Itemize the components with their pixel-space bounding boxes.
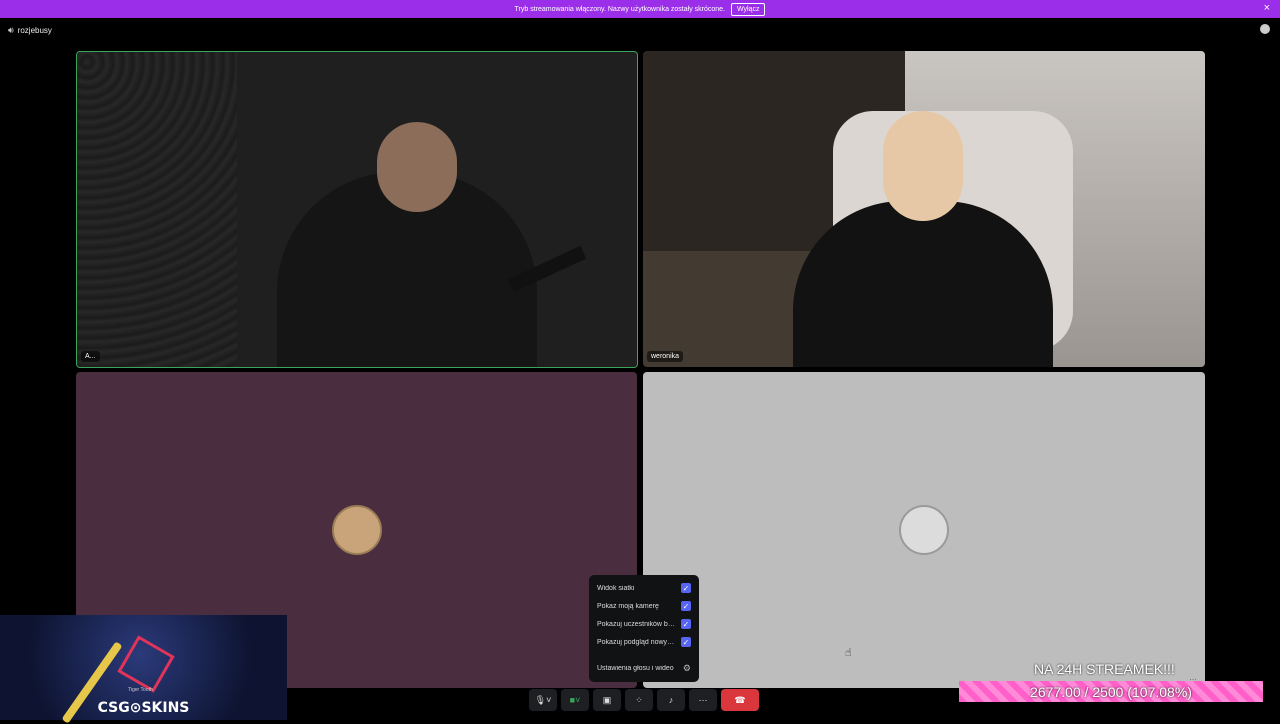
menu-item-stream-preview[interactable]: Pokazuj podgląd nowych transmisji ✓ [589, 633, 699, 651]
audio-tile-2[interactable]: ☝︎ … [643, 372, 1205, 688]
menu-item-label: Ustawienia głosu i wideo [597, 664, 674, 672]
goal-title: NA 24H STREAMEK!!! [1034, 661, 1175, 677]
participant-name: A... [81, 351, 100, 362]
menu-item-voice-video-settings[interactable]: Ustawienia głosu i wideo ⚙ [589, 659, 699, 677]
checkbox-checked-icon[interactable]: ✓ [681, 637, 691, 647]
sponsor-overlay: Tiger Tooth CSG⊙SKINS [0, 615, 287, 724]
disconnect-button[interactable]: ☎︎ [721, 689, 759, 711]
microphone-icon: 🎙︎ [534, 694, 547, 705]
gear-icon: ⚙ [682, 662, 691, 673]
screen-share-button[interactable]: ▣ [593, 689, 621, 711]
channel-header: 🔊︎ rozjebusy [0, 20, 1280, 40]
logo-hexagon [117, 635, 175, 693]
activities-button[interactable]: ⁘ [625, 689, 653, 711]
activities-icon: ⁘ [635, 694, 643, 705]
menu-item-label: Pokazuj uczestników bez wideo [597, 620, 677, 628]
screen-share-icon: ▣ [602, 694, 612, 705]
sponsor-logo-text: CSG⊙SKINS [97, 700, 190, 716]
video-person-head [883, 111, 963, 221]
avatar [331, 505, 382, 555]
banner-text: Tryb streamowania włączony. Nazwy użytko… [514, 5, 725, 13]
streamer-mode-banner: Tryb streamowania włączony. Nazwy użytko… [0, 0, 1280, 18]
hang-up-icon: ☎︎ [734, 694, 746, 705]
menu-item-show-non-video[interactable]: Pokazuj uczestników bez wideo ✓ [589, 615, 699, 633]
grid-options-menu: Widok siatki ✓ Pokaż moją kamerę ✓ Pokaz… [589, 575, 699, 682]
participant-name: weronika [647, 351, 684, 362]
menu-item-label: Pokazuj podgląd nowych transmisji [597, 638, 677, 646]
chevron-down-icon[interactable]: ˅ [546, 695, 551, 705]
camera-button[interactable]: ■ ˅ [561, 689, 589, 711]
checkbox-checked-icon[interactable]: ✓ [681, 583, 691, 593]
menu-item-label: Pokaż moją kamerę [597, 602, 659, 610]
goal-progress-bar: 2677.00 / 2500 (107.08%) [959, 681, 1263, 702]
soundboard-button[interactable]: ♪ [657, 689, 685, 711]
video-person-head [377, 122, 457, 212]
menu-item-grid-view[interactable]: Widok siatki ✓ [589, 579, 699, 597]
close-icon[interactable]: × [1264, 2, 1270, 14]
chevron-down-icon[interactable]: ˅ [575, 695, 580, 705]
video-tile-1[interactable]: A... [76, 51, 638, 368]
more-icon: ⋯ [698, 694, 708, 705]
avatar [899, 505, 949, 555]
speaker-icon: 🔊︎ [8, 24, 14, 35]
checkbox-checked-icon[interactable]: ✓ [681, 601, 691, 611]
menu-item-show-my-camera[interactable]: Pokaż moją kamerę ✓ [589, 597, 699, 615]
call-controls: 🎙︎ ˅ ■ ˅ ▣ ⁘ ♪ ⋯ ☎︎ [529, 688, 759, 712]
checkbox-checked-icon[interactable]: ✓ [681, 619, 691, 629]
channel-name: rozjebusy [17, 25, 52, 35]
video-background [77, 52, 237, 367]
hand-cursor-icon: ☝︎ [845, 647, 852, 659]
more-options-button[interactable]: ⋯ [689, 689, 717, 711]
chat-icon[interactable] [1260, 24, 1270, 34]
microphone-button[interactable]: 🎙︎ ˅ [529, 689, 557, 711]
video-tile-2[interactable]: weronika [643, 51, 1205, 367]
item-name: Tiger Tooth [128, 687, 153, 693]
goal-progress-text: 2677.00 / 2500 (107.08%) [1030, 683, 1192, 700]
menu-divider [589, 651, 699, 659]
menu-item-label: Widok siatki [597, 584, 635, 592]
soundboard-icon: ♪ [668, 695, 674, 705]
disable-streamer-mode-button[interactable]: Wyłącz [730, 2, 766, 16]
